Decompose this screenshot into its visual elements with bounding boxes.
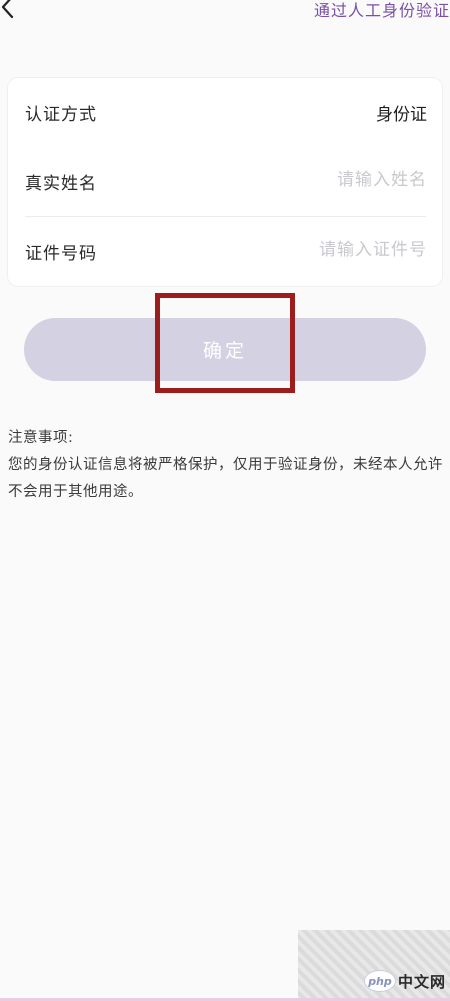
- manual-verify-link[interactable]: 通过人工身份验证: [314, 0, 450, 22]
- method-label: 认证方式: [25, 105, 97, 125]
- back-button[interactable]: [0, 0, 22, 22]
- watermark-site-text: 中文网: [397, 972, 446, 991]
- method-value[interactable]: 身份证: [376, 100, 427, 125]
- id-number-label: 证件号码: [25, 244, 97, 264]
- name-row: 真实姓名: [8, 147, 442, 216]
- watermark-logo: php 中文网: [363, 969, 446, 993]
- identity-verification-page: 通过人工身份验证 认证方式 身份证 真实姓名 证件号码 确定 注意事项: 您的身…: [0, 0, 450, 1001]
- id-number-input[interactable]: [207, 235, 427, 265]
- name-input[interactable]: [207, 165, 427, 195]
- php-logo-icon: php: [363, 970, 396, 992]
- notes-section: 注意事项: 您的身份认证信息将被严格保护，仅用于验证身份，未经本人允许不会用于其…: [8, 425, 444, 506]
- id-number-row: 证件号码: [8, 217, 442, 286]
- highlight-box: [155, 293, 295, 393]
- notes-title: 注意事项:: [8, 430, 74, 446]
- method-row[interactable]: 认证方式 身份证: [8, 78, 442, 147]
- verification-form: 认证方式 身份证 真实姓名 证件号码: [8, 78, 442, 286]
- name-label: 真实姓名: [25, 174, 97, 194]
- chevron-left-icon: [0, 0, 16, 19]
- notes-body: 您的身份认证信息将被严格保护，仅用于验证身份，未经本人允许不会用于其他用途。: [8, 457, 443, 500]
